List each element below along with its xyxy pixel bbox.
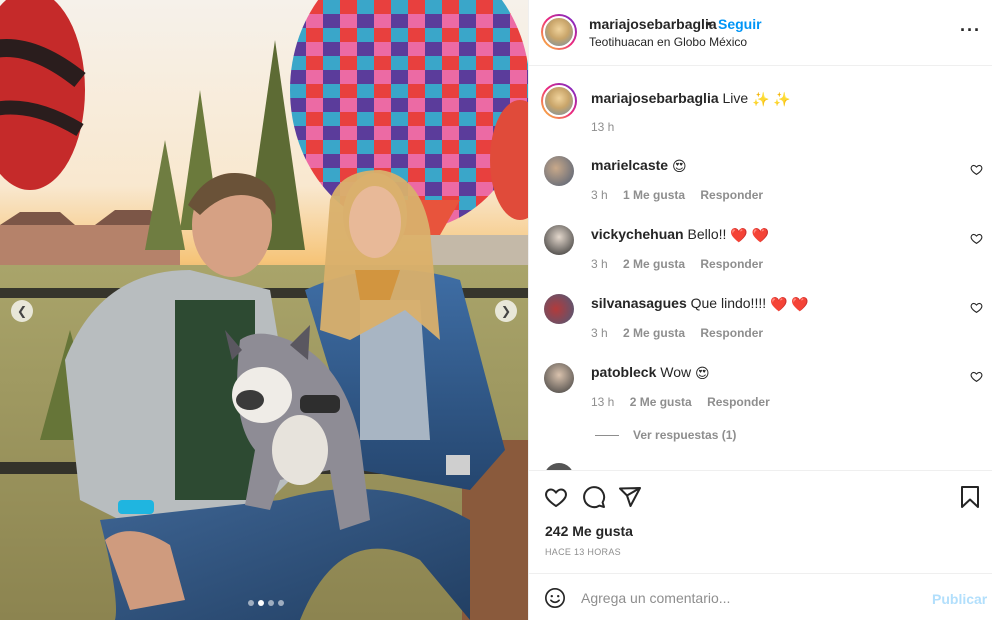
previous-slide-button[interactable]: ❮ [11, 300, 33, 322]
comment-meta: 3 h 1 Me gusta Responder [591, 188, 775, 202]
comment-text: patobleck Wow 😍 [591, 364, 710, 382]
comment-time[interactable]: 3 h [591, 188, 608, 202]
post-photo[interactable]: ❮ ❯ [0, 0, 528, 620]
comment-username[interactable]: patobleck [591, 364, 656, 380]
post-dialog: ❮ ❯ mariajosebarbaglia • Seguir Teotihua… [0, 0, 992, 620]
heart-eyes-icon: 😍 [695, 364, 710, 381]
send-icon[interactable] [618, 485, 642, 509]
comment-meta: 13 h 2 Me gusta Responder [591, 395, 782, 409]
reply-button[interactable]: Responder [700, 188, 763, 202]
comment-item: silvanasagues Que lindo!!!! ❤️ ❤️ 3 h 2 … [529, 293, 992, 362]
comment-time[interactable]: 3 h [591, 257, 608, 271]
comment-text: marielcaste 😍 [591, 157, 687, 175]
comment-time[interactable]: 3 h [591, 326, 608, 340]
slide-dot [268, 600, 274, 606]
comment-like-heart-icon[interactable] [970, 232, 983, 245]
caption-meta: 13 h [591, 120, 626, 134]
more-horizontal-icon[interactable]: ··· [960, 20, 981, 41]
caption-avatar[interactable] [541, 83, 577, 119]
comment-likes[interactable]: 2 Me gusta [630, 395, 692, 409]
comment-icon[interactable] [582, 485, 606, 509]
slide-dot [278, 600, 284, 606]
red-heart-icon: ❤️ ❤️ [770, 295, 809, 312]
reply-button[interactable]: Responder [700, 257, 763, 271]
comment-item-partial [529, 463, 992, 470]
chevron-right-icon: ❯ [500, 304, 512, 318]
heart-eyes-icon: 😍 [671, 157, 687, 174]
caption-text: mariajosebarbaglia Live ✨ ✨ [591, 90, 791, 108]
reply-button[interactable]: Responder [700, 326, 763, 340]
next-slide-button[interactable]: ❯ [495, 300, 517, 322]
slide-dot-active [258, 600, 264, 606]
caption: mariajosebarbaglia Live ✨ ✨ 13 h [529, 67, 992, 137]
commenter-avatar[interactable] [544, 463, 574, 470]
post-comment-button[interactable]: Publicar [932, 591, 987, 607]
post-header: mariajosebarbaglia • Seguir Teotihuacan … [529, 0, 992, 66]
caption-username[interactable]: mariajosebarbaglia [591, 90, 719, 106]
caption-body: Live [722, 90, 749, 106]
commenter-avatar[interactable] [544, 225, 574, 255]
comment-meta: 3 h 2 Me gusta Responder [591, 326, 775, 340]
add-comment-bar: Publicar [529, 573, 992, 620]
red-heart-icon: ❤️ ❤️ [730, 226, 770, 243]
comment-body: Wow [660, 364, 692, 380]
post-side-panel: mariajosebarbaglia • Seguir Teotihuacan … [528, 0, 992, 620]
comment-body: Que lindo!!!! [690, 295, 767, 311]
comment-item: patobleck Wow 😍 13 h 2 Me gusta Responde… [529, 362, 992, 467]
author-avatar[interactable] [541, 14, 577, 50]
slide-dot [248, 600, 254, 606]
commenter-avatar[interactable] [544, 156, 574, 186]
view-replies-button[interactable]: Ver respuestas (1) [595, 428, 736, 442]
comments-list[interactable]: mariajosebarbaglia Live ✨ ✨ 13 h marielc… [529, 67, 992, 470]
separator-dot: • [707, 16, 712, 31]
comment-username[interactable]: silvanasagues [591, 295, 687, 311]
comment-username[interactable]: marielcaste [591, 157, 668, 173]
follow-button[interactable]: Seguir [718, 16, 762, 32]
commenter-avatar[interactable] [544, 294, 574, 324]
heart-icon[interactable] [544, 485, 568, 509]
comment-likes[interactable]: 2 Me gusta [623, 257, 685, 271]
commenter-avatar[interactable] [544, 363, 574, 393]
comment-time[interactable]: 13 h [591, 395, 614, 409]
slide-indicator [248, 600, 284, 606]
reply-button[interactable]: Responder [707, 395, 770, 409]
caption-time[interactable]: 13 h [591, 120, 614, 134]
location-link[interactable]: Teotihuacan en Globo México [589, 35, 747, 49]
comment-item: marielcaste 😍 3 h 1 Me gusta Responder [529, 155, 992, 224]
smiley-icon[interactable] [544, 587, 566, 609]
chevron-left-icon: ❮ [16, 304, 28, 318]
photo-scene [0, 0, 528, 620]
comment-likes[interactable]: 1 Me gusta [623, 188, 685, 202]
sparkles-icon: ✨ ✨ [752, 90, 791, 107]
comment-like-heart-icon[interactable] [970, 163, 983, 176]
comment-like-heart-icon[interactable] [970, 301, 983, 314]
comment-text: silvanasagues Que lindo!!!! ❤️ ❤️ [591, 295, 809, 313]
comment-item: vickychehuan Bello!! ❤️ ❤️ 3 h 2 Me gust… [529, 224, 992, 293]
comment-text: vickychehuan Bello!! ❤️ ❤️ [591, 226, 769, 244]
comment-input[interactable] [581, 585, 921, 611]
comment-meta: 3 h 2 Me gusta Responder [591, 257, 775, 271]
post-timestamp[interactable]: HACE 13 HORAS [545, 547, 621, 557]
post-actions: 242 Me gusta HACE 13 HORAS [529, 470, 992, 572]
comment-body: Bello!! [687, 226, 727, 242]
comment-username[interactable]: vickychehuan [591, 226, 684, 242]
bookmark-icon[interactable] [958, 485, 982, 509]
comment-likes[interactable]: 2 Me gusta [623, 326, 685, 340]
likes-count[interactable]: 242 Me gusta [545, 523, 633, 539]
comment-like-heart-icon[interactable] [970, 370, 983, 383]
author-username[interactable]: mariajosebarbaglia [589, 16, 717, 32]
